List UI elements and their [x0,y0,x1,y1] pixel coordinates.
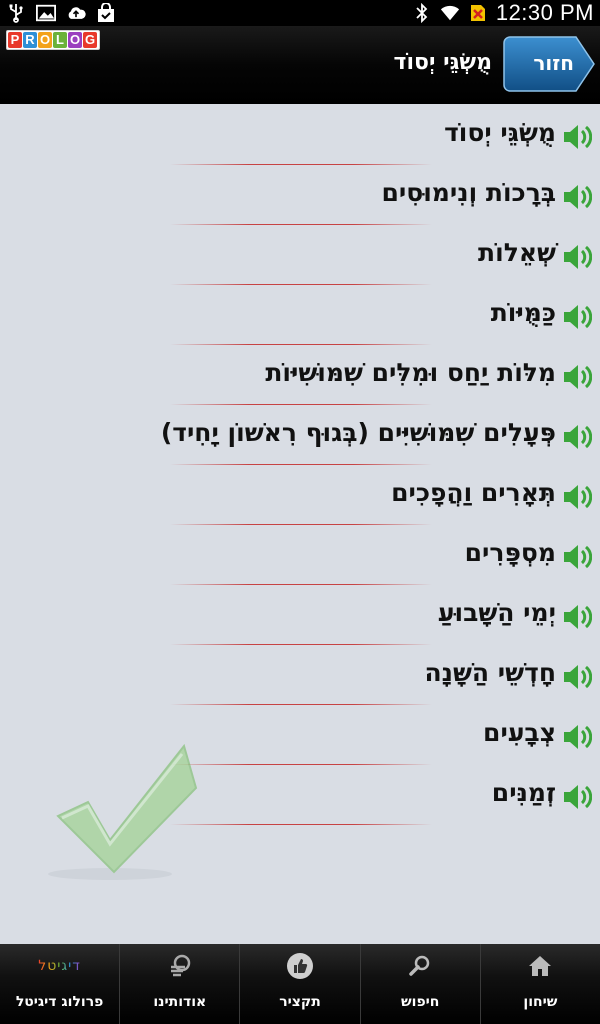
usb-icon [6,3,26,23]
speaker-icon[interactable] [562,602,593,632]
logo-letter: L [53,32,67,48]
list-item-label: צְבָעִים [483,718,556,747]
divider [170,464,432,465]
tab-phrasebook[interactable]: שיחון [479,944,600,1024]
list-item-label: מֻשְׂגֵּי יְסוֹד [444,118,556,147]
tab-prolog-digital[interactable]: דיגיטל פרולוג דיגיטל [0,944,119,1024]
bluetooth-icon [412,3,432,23]
tab-label: פרולוג דיגיטל [15,994,104,1010]
about-icon [166,952,194,980]
speaker-icon[interactable] [562,662,593,692]
speaker-icon[interactable] [562,482,593,512]
checkmark-icon [40,740,200,894]
list-item[interactable]: בְּרָכוֹת וְנִימוּסִים [0,166,600,226]
list-item[interactable]: פְּעָלִים שִׁמּוּשִׁיִּים (בְּגוּף רִאשׁ… [0,406,600,466]
header-bar: PROLOG מֻשְׂגֵּי יְסוֹד חזור [0,26,600,104]
list-item[interactable]: חָדְשֵׁי הַשָּׁנָה [0,646,600,706]
no-sim-icon [468,3,488,23]
home-icon [526,952,554,980]
divider [170,824,432,825]
logo-letter: O [68,32,82,48]
speaker-icon[interactable] [562,782,593,812]
speaker-icon[interactable] [562,242,593,272]
list-item-label: זְמַנִּים [491,778,556,807]
divider [170,644,432,645]
list-item-label: כַּמֻּיּוֹת [490,298,556,327]
divider [170,584,432,585]
speaker-icon[interactable] [562,422,593,452]
list-item-label: מִסְפָּרִים [464,538,556,567]
image-icon [36,3,56,23]
list-item-label: שְׁאֵלוֹת [478,238,556,267]
tab-label: שיחון [523,994,558,1010]
digital-logo-text: דיגיטל [38,958,81,974]
tab-summary[interactable]: תקציר [239,944,359,1024]
tab-label: חיפוש [401,994,440,1010]
tab-label: תקציר [279,994,321,1010]
topic-list: מֻשְׂגֵּי יְסוֹד בְּרָכוֹת וְנִימוּסִים שְ… [0,106,600,826]
divider [170,704,432,705]
wifi-icon [440,3,460,23]
list-item[interactable]: מֻשְׂגֵּי יְסוֹד [0,106,600,166]
page-title: מֻשְׂגֵּי יְסוֹד [393,50,492,75]
list-item-label: מִלּוֹת יַחַס וּמִלִּים שִׁמּוּשִׁיּוֹת [265,358,556,387]
list-item[interactable]: תְּאָרִים וַהֲפָכִים [0,466,600,526]
list-item-label: יְמֵי הַשָּׁבוּעַ [437,598,556,627]
divider [170,404,432,405]
speaker-icon[interactable] [562,182,593,212]
list-item[interactable]: מִסְפָּרִים [0,526,600,586]
back-button-label: חזור [533,51,574,75]
tab-search[interactable]: חיפוש [359,944,480,1024]
list-item-label: בְּרָכוֹת וְנִימוּסִים [381,178,556,207]
logo-letter: G [83,32,97,48]
list-item-label: תְּאָרִים וַהֲפָכִים [391,478,556,507]
prolog-logo: PROLOG [6,30,100,50]
list-item-label: חָדְשֵׁי הַשָּׁנָה [424,658,556,687]
status-time: 12:30 PM [495,0,594,25]
speaker-icon[interactable] [562,302,593,332]
tab-about[interactable]: אודותינו [119,944,239,1024]
list-item[interactable]: כַּמֻּיּוֹת [0,286,600,346]
list-item[interactable]: יְמֵי הַשָּׁבוּעַ [0,586,600,646]
divider [170,164,432,165]
thumbs-up-icon [286,952,314,980]
status-bar: 12:30 PM [0,0,600,26]
divider [170,284,432,285]
divider [170,344,432,345]
shopping-bag-icon [96,3,116,23]
logo-letter: R [23,32,37,48]
list-item[interactable]: מִלּוֹת יַחַס וּמִלִּים שִׁמּוּשִׁיּוֹת [0,346,600,406]
digital-logo-icon: דיגיטל [38,952,80,980]
bottom-tab-bar: דיגיטל פרולוג דיגיטל אודותינו תקציר חיפו… [0,944,600,1024]
divider [170,224,432,225]
search-icon [406,952,434,980]
list-item-label: פְּעָלִים שִׁמּוּשִׁיִּים (בְּגוּף רִאשׁ… [160,418,556,447]
divider [170,524,432,525]
back-button[interactable]: חזור [502,35,596,93]
cloud-upload-icon [66,3,86,23]
logo-letter: O [38,32,52,48]
speaker-icon[interactable] [562,362,593,392]
divider [170,764,432,765]
speaker-icon[interactable] [562,722,593,752]
speaker-icon[interactable] [562,122,593,152]
logo-letter: P [8,32,22,48]
list-item[interactable]: שְׁאֵלוֹת [0,226,600,286]
speaker-icon[interactable] [562,542,593,572]
tab-label: אודותינו [153,994,207,1010]
